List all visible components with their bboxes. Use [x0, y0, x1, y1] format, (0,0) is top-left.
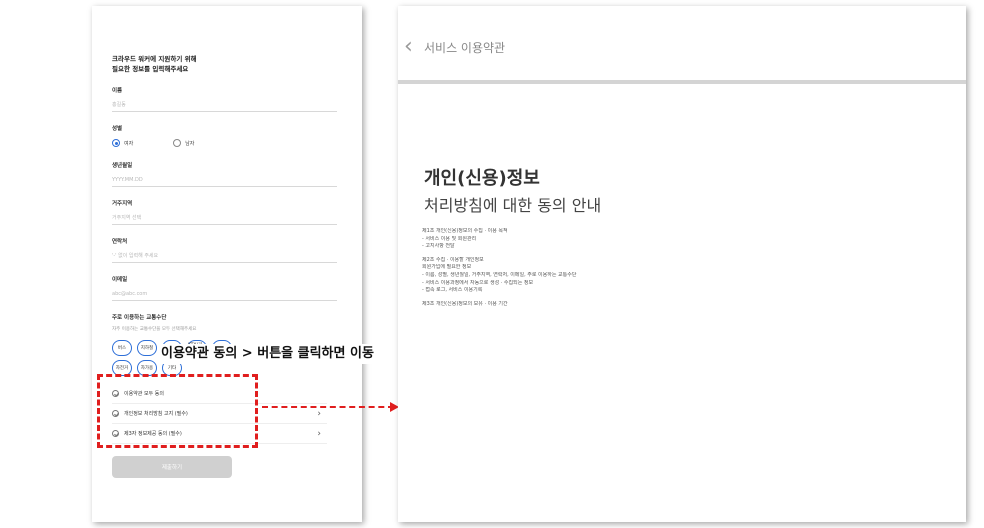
- form-heading-line2: 필요한 정보를 입력해주세요: [112, 65, 189, 73]
- email-input[interactable]: abc@abc.com: [112, 289, 337, 301]
- transport-label: 주로 이용하는 교통수단: [112, 315, 167, 321]
- gender-option-male-label: 남자: [185, 140, 195, 147]
- transport-hint: 자주 이용하는 교통수단을 모두 선택해주세요: [112, 327, 197, 332]
- doc-line: - 서비스 이용 및 회원관리: [422, 235, 477, 242]
- transport-chip-subway[interactable]: 지하철: [137, 340, 157, 356]
- phone-label: 연락처: [112, 239, 128, 245]
- gender-field: 성별 여자 남자: [112, 124, 337, 149]
- region-field: 거주지역 거주지역 선택: [112, 199, 337, 225]
- doc-body: 제1조 개인(신용)정보의 수집 · 이용 목적 - 서비스 이용 및 회원관리…: [422, 228, 952, 308]
- doc-line: - 고지사항 전달: [422, 243, 455, 250]
- doc-line: - 이름, 성별, 생년월일, 거주지역, 연락처, 이메일, 주로 이용하는 …: [422, 271, 577, 278]
- gender-radio-female[interactable]: 여자: [112, 139, 133, 147]
- name-input[interactable]: 홍길동: [112, 100, 337, 112]
- email-label: 이메일: [112, 277, 128, 283]
- terms-screen: ‹ 서비스 이용약관 개인(신용)정보 처리방침에 대한 동의 안내 제1조 개…: [398, 6, 966, 522]
- radio-unselected-icon: [173, 139, 182, 147]
- chevron-right-icon[interactable]: ›: [317, 409, 321, 419]
- screenshot-stage: 크라우드 워커에 지원하기 위해 필요한 정보를 입력해주세요 이름 홍길동 성…: [0, 0, 984, 528]
- doc-line: 회원가입에 필요한 정보: [422, 264, 472, 271]
- form-heading-line1: 크라우드 워커에 지원하기 위해: [112, 55, 197, 63]
- back-arrow-icon[interactable]: ‹: [404, 36, 413, 58]
- phone-input[interactable]: '-' 없이 입력해 주세요: [112, 251, 337, 263]
- name-label: 이름: [112, 88, 123, 94]
- birth-label: 생년월일: [112, 163, 133, 169]
- gender-radio-male[interactable]: 남자: [173, 139, 194, 147]
- terms-header-title: 서비스 이용약관: [424, 41, 506, 55]
- annotation-arrow-line: [262, 406, 394, 408]
- doc-line: - 접속 로그, 서비스 이용기록: [422, 287, 483, 294]
- gender-option-female-label: 여자: [124, 140, 134, 147]
- gender-label: 성별: [112, 126, 123, 132]
- radio-selected-icon: [112, 139, 120, 147]
- name-field: 이름 홍길동: [112, 86, 337, 112]
- highlight-box: [97, 374, 258, 448]
- doc-title: 개인(신용)정보: [424, 168, 540, 189]
- submit-button[interactable]: 제출하기: [112, 456, 232, 478]
- doc-subtitle: 처리방침에 대한 동의 안내: [424, 196, 602, 215]
- form-body: 크라우드 워커에 지원하기 위해 필요한 정보를 입력해주세요 이름 홍길동 성…: [112, 54, 337, 376]
- doc-line: 제1조 개인(신용)정보의 수집 · 이용 목적: [422, 228, 508, 234]
- annotation-callout: 이용약관 동의 > 버튼을 클릭하면 이동: [157, 344, 378, 364]
- doc-line: 제3조 개인(신용)정보의 보유 · 이용 기간: [422, 300, 508, 307]
- doc-line: - 서비스 이용과정에서 자동으로 생성 · 수집되는 정보: [422, 279, 534, 286]
- transport-chip-bus[interactable]: 버스: [112, 340, 132, 356]
- gender-radio-group: 여자 남자: [112, 137, 337, 149]
- phone-field: 연락처 '-' 없이 입력해 주세요: [112, 237, 337, 263]
- form-heading: 크라우드 워커에 지원하기 위해 필요한 정보를 입력해주세요: [112, 54, 337, 74]
- region-select[interactable]: 거주지역 선택: [112, 213, 337, 225]
- terms-header: ‹ 서비스 이용약관: [398, 6, 966, 84]
- chevron-right-icon[interactable]: ›: [317, 429, 321, 439]
- birth-input[interactable]: YYYY.MM.DD: [112, 175, 337, 187]
- email-field: 이메일 abc@abc.com: [112, 275, 337, 301]
- region-label: 거주지역: [112, 201, 133, 207]
- doc-line: 제2조 수집 · 이용할 개인정보: [422, 256, 484, 263]
- birth-field: 생년월일 YYYY.MM.DD: [112, 161, 337, 187]
